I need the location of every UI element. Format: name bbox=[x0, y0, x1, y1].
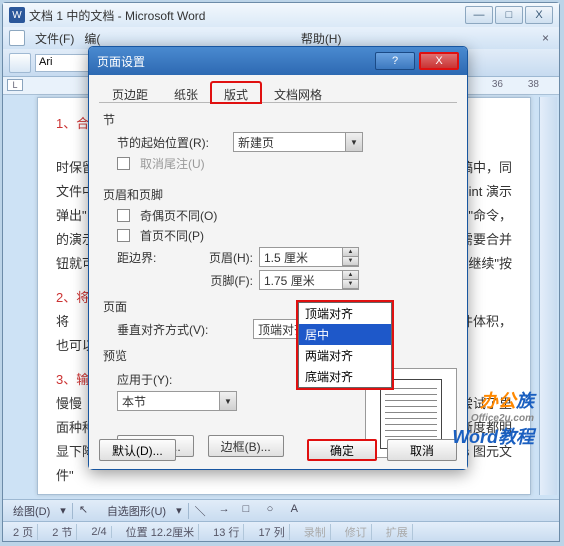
status-line: 13 行 bbox=[209, 524, 244, 540]
dialog-close-button[interactable]: X bbox=[419, 52, 459, 70]
line-icon[interactable]: ＼ bbox=[195, 503, 213, 519]
status-section: 2 节 bbox=[48, 524, 77, 540]
group-headers: 页眉和页脚 bbox=[103, 186, 457, 203]
default-button[interactable]: 默认(D)... bbox=[99, 439, 176, 461]
tab-layout[interactable]: 版式 bbox=[211, 82, 261, 103]
doc-icon bbox=[9, 30, 25, 46]
spin-down-icon[interactable]: ▼ bbox=[342, 257, 358, 266]
valign-label: 垂直对齐方式(V): bbox=[117, 321, 247, 338]
doc-text: 慢慢 bbox=[56, 392, 82, 416]
footer-distance-value: 1.75 厘米 bbox=[264, 272, 315, 289]
vertical-scrollbar[interactable] bbox=[539, 97, 557, 495]
option-justify[interactable]: 两端对齐 bbox=[299, 345, 391, 366]
doc-text: 弹出" bbox=[56, 204, 87, 228]
cancel-button[interactable]: 取消 bbox=[387, 439, 457, 461]
header-distance-input[interactable]: 1.5 厘米 ▲▼ bbox=[259, 247, 359, 267]
status-ext: 扩展 bbox=[382, 524, 413, 540]
odd-even-checkbox[interactable] bbox=[117, 209, 130, 222]
doc-text: 件" bbox=[56, 468, 74, 483]
dialog-body: 页边距 纸张 版式 文档网格 节 节的起始位置(R): 新建页 ▼ 取消尾注(U… bbox=[89, 75, 467, 469]
status-col: 17 列 bbox=[254, 524, 289, 540]
doc-text: oint 演示 bbox=[461, 180, 512, 204]
apply-to-combo[interactable]: 本节 ▼ bbox=[117, 391, 237, 411]
spin-up-icon[interactable]: ▲ bbox=[342, 271, 358, 280]
tab-paper[interactable]: 纸张 bbox=[161, 82, 211, 103]
status-rev: 修订 bbox=[341, 524, 372, 540]
footer-distance-input[interactable]: 1.75 厘米 ▲▼ bbox=[259, 270, 359, 290]
font-name-combo[interactable]: Ari bbox=[35, 54, 95, 72]
tab-type-icon[interactable]: L bbox=[7, 79, 23, 91]
header-label: 页眉(H): bbox=[183, 249, 253, 266]
draw-menu[interactable]: 绘图(D) bbox=[9, 503, 54, 519]
save-icon[interactable] bbox=[9, 53, 31, 73]
valign-dropdown[interactable]: 顶端对齐 居中 两端对齐 底端对齐 bbox=[298, 302, 392, 388]
ruler-mark: 38 bbox=[528, 79, 539, 90]
word-icon: W bbox=[9, 7, 25, 23]
section-start-value: 新建页 bbox=[238, 134, 274, 151]
menu-file[interactable]: 文件(F) bbox=[31, 28, 78, 49]
pointer-icon[interactable]: ↖ bbox=[79, 503, 97, 519]
tab-grid[interactable]: 文档网格 bbox=[261, 82, 335, 103]
spin-down-icon[interactable]: ▼ bbox=[342, 280, 358, 289]
footer-label: 页脚(F): bbox=[183, 272, 253, 289]
group-preview: 预览 bbox=[103, 347, 457, 364]
doc-text: 继续"按 bbox=[468, 252, 512, 276]
doc-text: 将 bbox=[56, 310, 69, 334]
window-title: 文档 1 中的文档 - Microsoft Word bbox=[29, 7, 461, 24]
dialog-help-button[interactable]: ? bbox=[375, 52, 415, 70]
group-page: 页面 bbox=[103, 298, 457, 315]
group-section: 节 bbox=[103, 111, 457, 128]
doc-text: 1、合 bbox=[56, 116, 89, 131]
option-center[interactable]: 居中 bbox=[299, 324, 391, 345]
ok-button[interactable]: 确定 bbox=[307, 439, 377, 461]
autoshapes-menu[interactable]: 自选图形(U) bbox=[103, 503, 170, 519]
dialog-title: 页面设置 bbox=[97, 53, 371, 70]
from-edge-label: 距边界: bbox=[117, 249, 177, 266]
minimize-button[interactable]: — bbox=[465, 6, 493, 24]
drawing-toolbar: 绘图(D)▾ ↖ 自选图形(U)▾ ＼ → □ ○ A bbox=[3, 499, 559, 521]
maximize-button[interactable]: □ bbox=[495, 6, 523, 24]
odd-even-label: 奇偶页不同(O) bbox=[140, 207, 217, 224]
chevron-down-icon: ▼ bbox=[219, 392, 236, 410]
section-start-label: 节的起始位置(R): bbox=[117, 134, 227, 151]
doc-close-button[interactable]: × bbox=[538, 29, 553, 47]
oval-icon[interactable]: ○ bbox=[267, 503, 285, 519]
arrow-icon[interactable]: → bbox=[219, 503, 237, 519]
suppress-endnotes-label: 取消尾注(U) bbox=[140, 155, 205, 172]
status-pagecount: 2/4 bbox=[87, 526, 111, 538]
spin-up-icon[interactable]: ▲ bbox=[342, 248, 358, 257]
first-page-checkbox[interactable] bbox=[117, 229, 130, 242]
doc-text: 2、将 bbox=[56, 290, 89, 305]
first-page-label: 首页不同(P) bbox=[140, 227, 204, 244]
titlebar: W 文档 1 中的文档 - Microsoft Word — □ X bbox=[3, 3, 559, 27]
section-start-combo[interactable]: 新建页 ▼ bbox=[233, 132, 363, 152]
option-top[interactable]: 顶端对齐 bbox=[299, 303, 391, 324]
tab-margins[interactable]: 页边距 bbox=[99, 82, 161, 103]
status-rec: 录制 bbox=[300, 524, 331, 540]
doc-text: 3、输 bbox=[56, 372, 89, 387]
close-button[interactable]: X bbox=[525, 6, 553, 24]
tabs: 页边距 纸张 版式 文档网格 bbox=[99, 81, 457, 103]
status-page: 2 页 bbox=[9, 524, 38, 540]
textbox-icon[interactable]: A bbox=[291, 503, 309, 519]
statusbar: 2 页 2 节 2/4 位置 12.2厘米 13 行 17 列 录制 修订 扩展 bbox=[3, 521, 559, 541]
apply-to-value: 本节 bbox=[122, 393, 146, 410]
rect-icon[interactable]: □ bbox=[243, 503, 261, 519]
status-at: 位置 12.2厘米 bbox=[122, 524, 199, 540]
ruler-mark: 36 bbox=[492, 79, 503, 90]
header-distance-value: 1.5 厘米 bbox=[264, 249, 308, 266]
option-bottom[interactable]: 底端对齐 bbox=[299, 366, 391, 387]
dialog-titlebar[interactable]: 页面设置 ? X bbox=[89, 47, 467, 75]
page-setup-dialog: 页面设置 ? X 页边距 纸张 版式 文档网格 节 节的起始位置(R): 新建页… bbox=[88, 46, 468, 470]
apply-to-label: 应用于(Y): bbox=[117, 371, 197, 388]
chevron-down-icon: ▼ bbox=[345, 133, 362, 151]
suppress-endnotes-checkbox[interactable] bbox=[117, 157, 130, 170]
